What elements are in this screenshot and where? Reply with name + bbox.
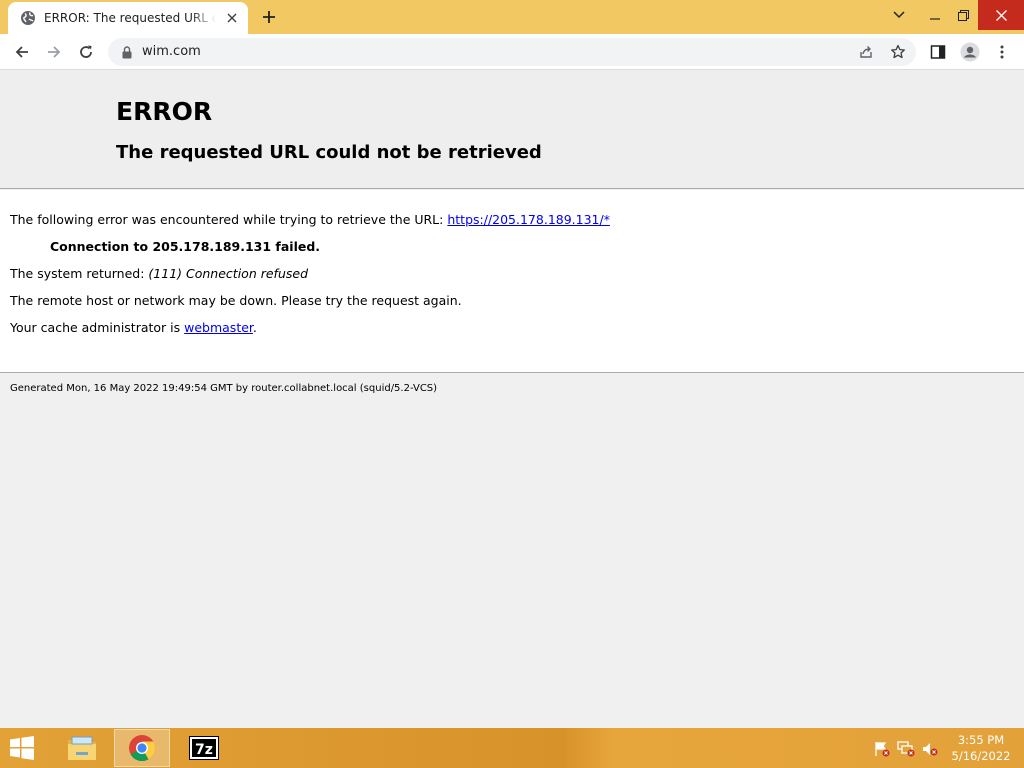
- globe-icon: [20, 10, 36, 26]
- page-title: ERROR: [116, 97, 213, 126]
- system-returned-line: The system returned: (111) Connection re…: [10, 266, 308, 282]
- forward-button[interactable]: [42, 40, 66, 64]
- taskbar: 7z 3:55 PM 5/16/2022: [0, 728, 1024, 768]
- cache-admin-suffix: .: [252, 320, 257, 335]
- browser-tab-strip: ERROR: The requested URL could not be re…: [0, 0, 1024, 34]
- tab-close-icon[interactable]: [224, 10, 240, 26]
- cache-admin-label: Your cache administrator is: [10, 320, 185, 335]
- clock-time: 3:55 PM: [957, 733, 1005, 747]
- volume-muted-icon[interactable]: [921, 740, 939, 758]
- system-clock[interactable]: 3:55 PM 5/16/2022: [944, 732, 1018, 764]
- intro-text: The following error was encountered whil…: [10, 212, 448, 227]
- action-center-flag-icon[interactable]: [873, 740, 891, 758]
- error-header: ERROR The requested URL could not be ret…: [0, 70, 1024, 189]
- error-body: The following error was encountered whil…: [0, 190, 1024, 373]
- lock-icon[interactable]: [120, 45, 134, 59]
- clock-date: 5/16/2022: [951, 749, 1011, 763]
- menu-kebab-icon[interactable]: [990, 40, 1014, 64]
- webmaster-link[interactable]: webmaster: [184, 320, 253, 335]
- side-panel-icon[interactable]: [926, 40, 950, 64]
- network-icon[interactable]: [897, 740, 915, 758]
- new-tab-button[interactable]: [258, 6, 280, 28]
- tab-title: ERROR: The requested URL could not be re…: [44, 11, 217, 25]
- window-close-button[interactable]: [978, 0, 1024, 30]
- profile-avatar-icon[interactable]: [958, 40, 982, 64]
- restore-button[interactable]: [948, 0, 978, 30]
- windows-start-icon[interactable]: [8, 736, 38, 760]
- address-bar[interactable]: wim.com: [108, 38, 916, 66]
- page-content: ERROR The requested URL could not be ret…: [0, 70, 1024, 728]
- system-returned-label: The system returned:: [10, 266, 149, 281]
- tab-search-chevron-icon[interactable]: [886, 0, 912, 30]
- chrome-taskbar-icon[interactable]: [114, 729, 170, 767]
- 7zip-label: 7z: [195, 742, 213, 758]
- cache-admin-line: Your cache administrator is webmaster.: [10, 320, 257, 336]
- requested-url-link[interactable]: https://205.178.189.131/*: [447, 212, 610, 227]
- intro-line: The following error was encountered whil…: [10, 212, 610, 228]
- reload-button[interactable]: [74, 40, 98, 64]
- page-subtitle: The requested URL could not be retrieved: [116, 142, 542, 163]
- share-icon[interactable]: [856, 42, 876, 62]
- minimize-button[interactable]: [920, 0, 950, 30]
- browser-toolbar: wim.com: [0, 34, 1024, 70]
- bookmark-star-icon[interactable]: [888, 42, 908, 62]
- browser-tab[interactable]: ERROR: The requested URL could not be re…: [8, 2, 248, 34]
- remote-host-text: The remote host or network may be down. …: [10, 293, 462, 308]
- generated-footer: Generated Mon, 16 May 2022 19:49:54 GMT …: [10, 383, 438, 394]
- 7zip-taskbar-icon[interactable]: 7z: [176, 729, 232, 767]
- connection-failed-text: Connection to 205.178.189.131 failed.: [50, 239, 321, 254]
- back-button[interactable]: [10, 40, 34, 64]
- file-explorer-icon[interactable]: [54, 729, 110, 767]
- address-url[interactable]: wim.com: [142, 38, 201, 66]
- system-returned-value: (111) Connection refused: [148, 266, 308, 281]
